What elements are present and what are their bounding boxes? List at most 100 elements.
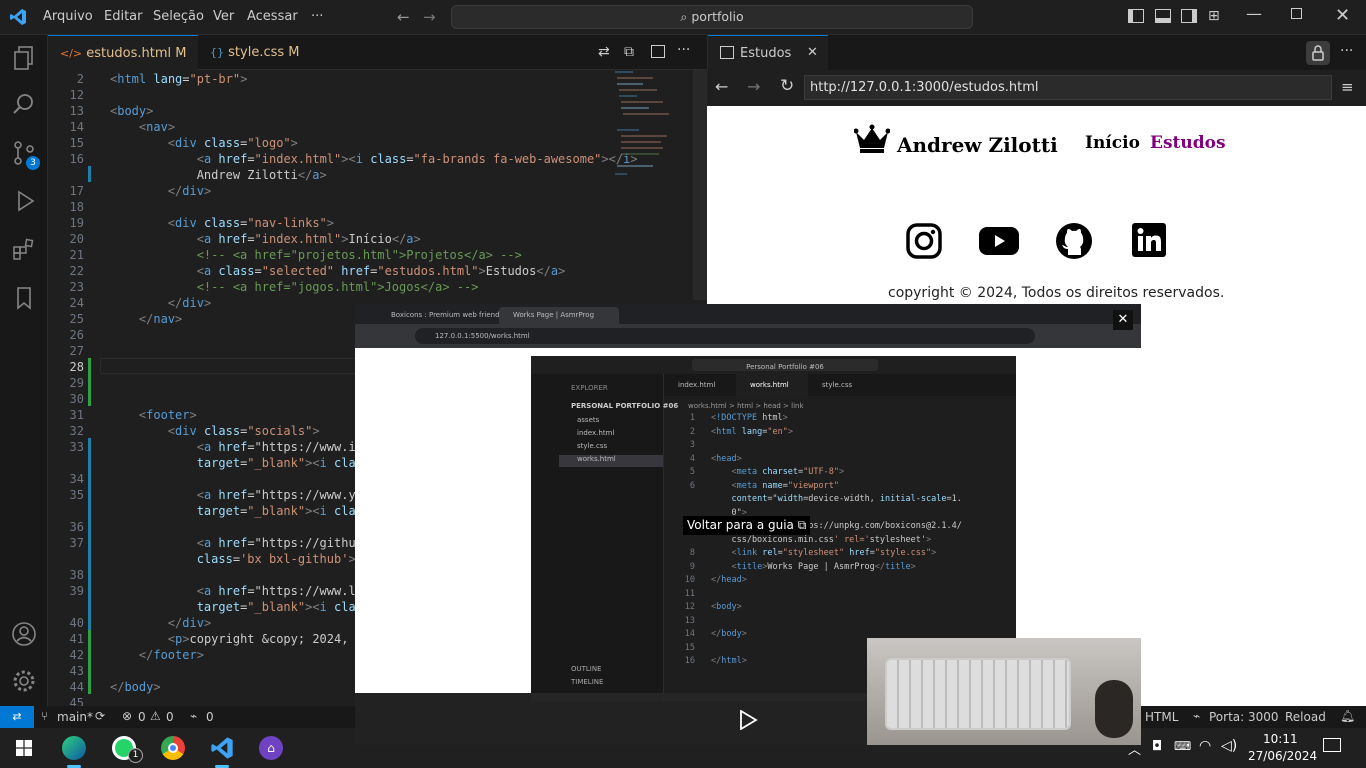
notifications-icon[interactable] <box>1323 738 1341 752</box>
menu-go[interactable]: Acessar <box>247 9 298 24</box>
more-actions-icon[interactable]: ··· <box>1340 43 1353 59</box>
more-actions-icon[interactable]: ··· <box>677 42 690 58</box>
volume-icon[interactable]: ◁) <box>1221 738 1237 754</box>
code-line: <a class="selected" href="estudos.html">… <box>196 264 566 278</box>
lock-button[interactable] <box>1306 41 1330 65</box>
extensions-icon[interactable] <box>10 237 38 265</box>
toggle-sidebar-icon[interactable] <box>1128 9 1144 23</box>
git-change-marker <box>88 438 91 646</box>
inner-line-number: 10 <box>684 575 695 585</box>
minimize-button[interactable]: — <box>1246 4 1262 23</box>
branch-name[interactable]: main* <box>57 710 93 724</box>
menu-more[interactable]: ··· <box>311 9 323 24</box>
source-control-icon[interactable]: 3 <box>10 141 40 170</box>
inner-code-line: <link rel="stylesheet" href="style.css"> <box>731 548 937 558</box>
youtube-icon[interactable] <box>979 227 1019 259</box>
menu-selection[interactable]: Seleção <box>153 9 204 24</box>
line-number: 28 <box>69 360 84 374</box>
inner-line-number: 16 <box>684 656 695 666</box>
line-number: 44 <box>69 680 84 694</box>
code-line: target="_blank"><i class= <box>196 504 378 518</box>
tab-style-css[interactable]: {} style.css M <box>198 35 318 70</box>
language-mode[interactable]: HTML <box>1145 710 1178 724</box>
instagram-icon[interactable] <box>906 223 942 263</box>
menu-edit[interactable]: Editar <box>104 9 143 24</box>
open-changes-icon[interactable]: ⇄ <box>598 44 610 60</box>
restore-button[interactable] <box>1291 8 1302 19</box>
browser-tab-estudos[interactable]: Estudos ✕ <box>708 35 828 70</box>
ports-count[interactable]: 0 <box>206 710 214 724</box>
toggle-secondary-sidebar-icon[interactable] <box>1181 9 1197 23</box>
video-overlay[interactable]: Boxicons : Premium web friendl Works Pag… <box>355 304 1141 745</box>
settings-gear-icon[interactable] <box>10 668 38 696</box>
github-desktop-icon[interactable]: ⌂ <box>259 736 283 760</box>
search-icon[interactable] <box>10 92 38 120</box>
tab-estudos-html[interactable]: </> estudos.html M ✕ <box>48 35 198 96</box>
chrome-icon[interactable] <box>161 736 185 760</box>
play-icon[interactable] <box>738 709 758 734</box>
port-status[interactable]: Porta: 3000 <box>1209 710 1279 724</box>
line-number: 42 <box>69 648 84 662</box>
nav-link-studies[interactable]: Estudos <box>1150 133 1226 153</box>
vscode-taskbar-icon[interactable] <box>210 736 234 764</box>
html-file-icon: </> <box>60 47 83 60</box>
back-arrow-icon[interactable]: ← <box>397 8 410 26</box>
github-icon[interactable] <box>1055 222 1093 264</box>
keyboard-image <box>885 658 1071 730</box>
close-tab-icon[interactable]: ✕ <box>807 45 818 60</box>
inner-line-number: 12 <box>684 602 695 612</box>
customize-layout-icon[interactable]: ⊞ <box>1208 8 1220 24</box>
port-icon: ⌁ <box>1193 709 1201 723</box>
split-editor-icon[interactable] <box>651 45 665 58</box>
edge-icon[interactable] <box>62 736 86 760</box>
windows-start-icon[interactable] <box>16 740 32 760</box>
source-control-badge: 3 <box>26 156 40 170</box>
nav-link-home[interactable]: Início <box>1085 133 1140 153</box>
reload-status[interactable]: Reload <box>1285 710 1326 724</box>
input-method-icon[interactable]: ⌨ <box>1174 739 1191 753</box>
wifi-icon[interactable]: ◠ <box>1199 738 1211 754</box>
back-arrow-icon[interactable]: ← <box>715 77 728 96</box>
camera-icon[interactable]: ◘ <box>1152 739 1162 754</box>
address-bar[interactable]: http://127.0.0.1:3000/estudos.html <box>804 75 1332 100</box>
code-line: <p>copyright &copy; 2024, Tod <box>167 632 378 646</box>
notifications-bell-icon[interactable]: 🔔︎ <box>1340 709 1355 723</box>
inner-search: Personal Portfolio #06 <box>692 359 878 371</box>
menu-file[interactable]: Arquivo <box>43 9 93 24</box>
warnings-count[interactable]: 0 <box>166 710 174 724</box>
site-name-link[interactable]: Andrew Zilotti <box>897 133 1058 157</box>
inner-code-line: <html lang="en"> <box>711 426 793 437</box>
remote-indicator[interactable]: ⇄ <box>0 706 34 728</box>
video-close-button[interactable]: ✕ <box>1113 310 1133 330</box>
inner-line-number: 5 <box>689 467 695 477</box>
line-number: 31 <box>69 408 84 422</box>
code-line: <nav> <box>138 120 176 134</box>
code-line: <footer> <box>138 408 197 422</box>
hamburger-menu-icon[interactable]: ≡ <box>1341 78 1354 96</box>
command-search[interactable]: ⌕ portfolio <box>451 5 973 29</box>
minimap[interactable] <box>613 70 673 190</box>
menu-view[interactable]: Ver <box>213 9 234 24</box>
inner-breadcrumb: works.html > html > head > link <box>688 402 804 410</box>
close-button[interactable]: ✕ <box>1335 5 1350 26</box>
reload-icon[interactable]: ↻ <box>780 76 794 96</box>
code-line: <a href="https://github.c <box>196 536 378 550</box>
explorer-icon[interactable] <box>10 45 38 73</box>
code-line: <body> <box>110 104 154 118</box>
forward-arrow-icon[interactable]: → <box>423 8 436 26</box>
bookmark-icon[interactable] <box>10 286 38 314</box>
clock-date[interactable]: 27/06/2024 <box>1248 749 1317 763</box>
inner-sidebar: EXPLORER PERSONAL PORTFOLIO #06 assets in… <box>559 374 678 701</box>
run-debug-icon[interactable] <box>10 189 38 217</box>
code-line: <div class="nav-links"> <box>167 216 335 230</box>
clock-time[interactable]: 10:11 <box>1263 732 1298 746</box>
account-icon[interactable] <box>10 621 38 649</box>
inner-code-line: </body> <box>711 629 747 639</box>
sync-icon[interactable]: ⟳ <box>95 709 105 723</box>
linkedin-icon[interactable] <box>1132 223 1166 261</box>
toggle-panel-icon[interactable] <box>1155 9 1171 23</box>
forward-arrow-icon[interactable]: → <box>747 77 760 96</box>
open-preview-icon[interactable]: ⧉ <box>624 44 634 60</box>
errors-count[interactable]: 0 <box>138 710 146 724</box>
vertical-scrollbar[interactable] <box>693 70 707 300</box>
